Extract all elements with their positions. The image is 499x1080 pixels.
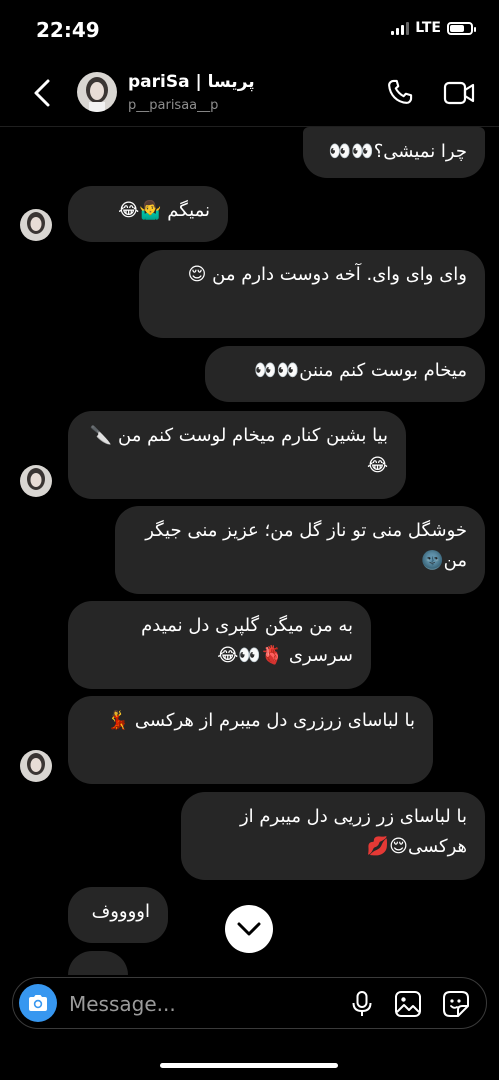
message-bubble[interactable]: نمیگم 🤷‍♂️😂 (68, 186, 228, 242)
avatar[interactable] (77, 72, 117, 112)
message-bubble[interactable]: وای وای وای. آخه دوست دارم من 😌 (139, 250, 485, 338)
status-bar: 22:49 LTE (0, 0, 499, 60)
battery-icon (447, 21, 476, 35)
message-bubble[interactable]: چرا نمیشی؟👀👀 (303, 127, 485, 178)
network-label: LTE (415, 20, 441, 36)
home-indicator (160, 1063, 338, 1068)
message-bubble[interactable]: به من میگن گلپری دل نمیدم سرسری 🫀👀😂 (68, 601, 371, 689)
sticker-button[interactable] (442, 990, 470, 1022)
status-time: 22:49 (36, 18, 100, 42)
signal-icon (391, 21, 410, 35)
camera-button[interactable] (19, 984, 57, 1022)
message-input[interactable] (67, 988, 331, 1020)
message-bubble[interactable]: میخام بوست کنم مننن👀👀 (205, 346, 485, 402)
microphone-icon (352, 991, 372, 1016)
sticker-icon (443, 991, 469, 1017)
avatar (20, 465, 52, 497)
scroll-down-button[interactable] (225, 905, 273, 953)
phone-icon (388, 79, 413, 104)
avatar (20, 209, 52, 241)
chat-header: pariSa | پریسا p__parisaa__p (0, 60, 499, 127)
message-composer (12, 977, 487, 1029)
voice-message-button[interactable] (349, 990, 375, 1022)
video-call-button[interactable] (443, 80, 475, 110)
back-button[interactable] (32, 78, 52, 112)
status-indicators: LTE (391, 20, 476, 36)
gallery-button[interactable] (394, 990, 422, 1022)
message-bubble[interactable]: بیا بشین کنارم میخام لوست کنم من 🔪😂 (68, 411, 406, 499)
message-bubble[interactable]: با لباسای زر زریی دل میبرم از هرکسی😌💋 (181, 792, 485, 880)
message-bubble[interactable]: خوشگل منی تو ناز گل من؛ عزیز منی جیگر من… (115, 506, 485, 594)
chevron-down-icon (237, 922, 261, 936)
message-thread[interactable]: چرا نمیشی؟👀👀 نمیگم 🤷‍♂️😂 وای وای وای. آخ… (0, 127, 499, 975)
contact-username: p__parisaa__p (128, 98, 219, 113)
video-icon (443, 81, 475, 105)
message-bubble-partial[interactable] (68, 951, 128, 975)
message-bubble[interactable]: با لباسای زرزری دل میبرم از هرکسی 💃 (68, 696, 433, 784)
camera-icon (29, 995, 47, 1011)
chevron-left-icon (34, 79, 50, 107)
contact-name[interactable]: pariSa | پریسا (128, 72, 255, 92)
avatar (20, 750, 52, 782)
call-button[interactable] (386, 78, 414, 110)
image-icon (395, 991, 421, 1017)
message-bubble[interactable]: اووووف (68, 887, 168, 943)
